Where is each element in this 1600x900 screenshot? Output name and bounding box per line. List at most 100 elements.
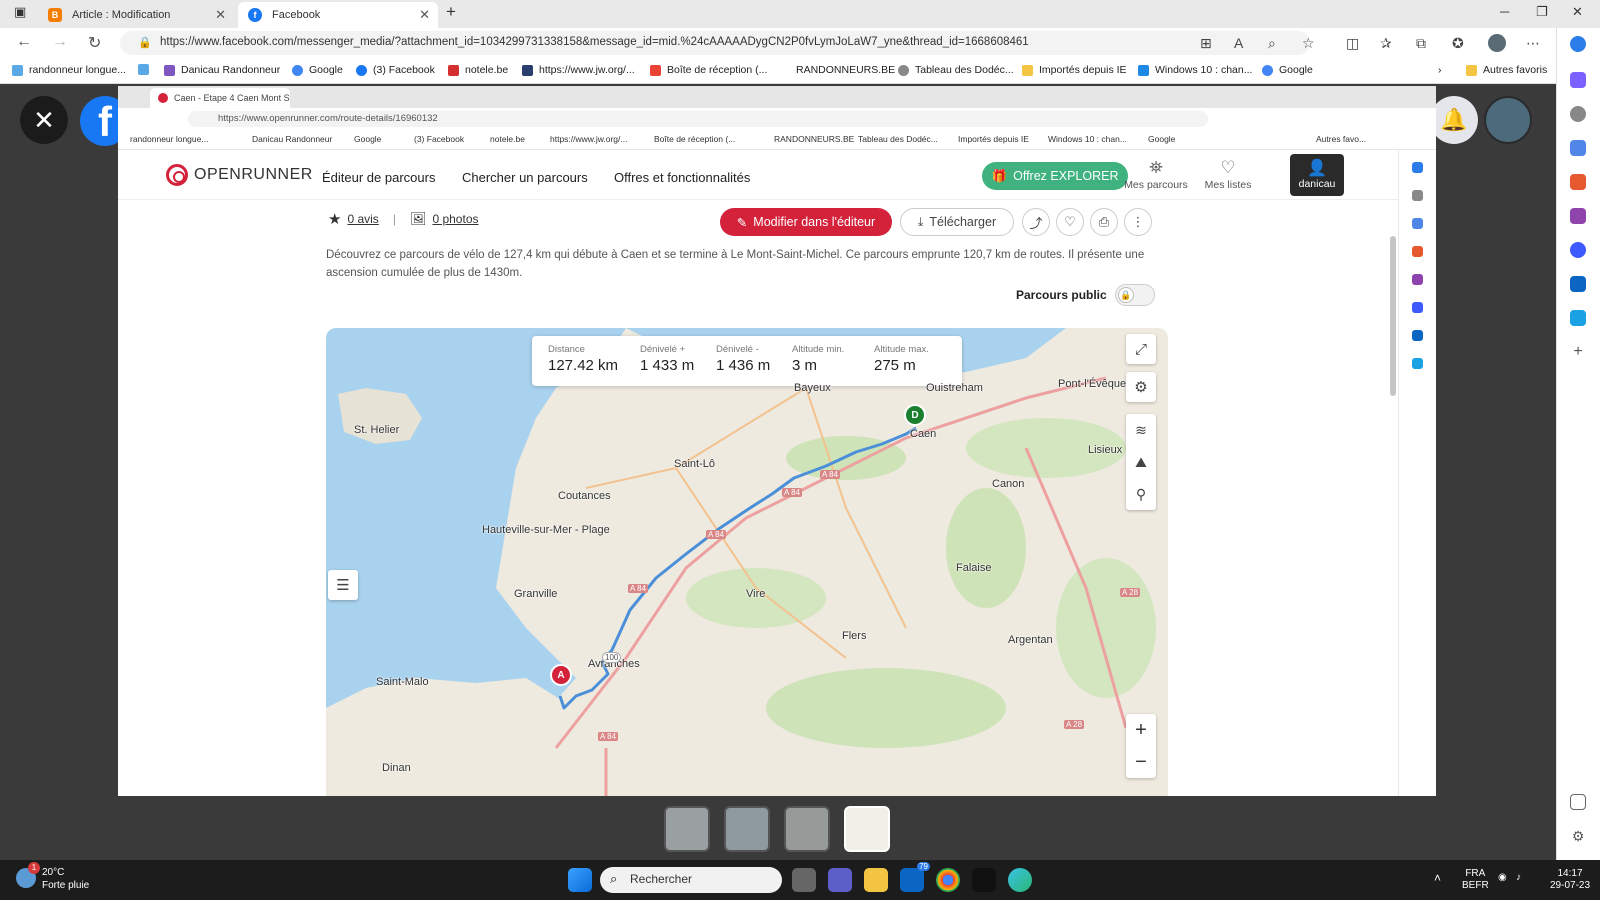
minimize-button[interactable]: ─ [1500,4,1509,19]
scrollbar[interactable] [1390,236,1396,396]
thumbnail[interactable] [724,806,770,852]
drop-icon[interactable] [1570,242,1586,258]
url-field[interactable]: 🔒 https://www.facebook.com/messenger_med… [120,31,1310,55]
split-screen-icon[interactable]: ◫ [1346,35,1359,52]
close-tab-icon[interactable]: ✕ [215,7,226,23]
bookmark-item[interactable]: Danicau Randonneur [164,64,280,76]
bookmark-item[interactable]: Windows 10 : chan... [1138,64,1252,76]
layers-icon[interactable]: ≋ [1126,414,1156,446]
add-icon[interactable]: + [1570,344,1586,360]
fullscreen-icon[interactable]: ⤢ [1126,334,1156,364]
search-icon[interactable] [1570,106,1586,122]
explorer-gift-button[interactable]: 🎁 Offrez EXPLORER [982,162,1128,190]
thumbnail[interactable] [784,806,830,852]
settings-gear-icon[interactable]: ⚙ [1126,372,1156,402]
tab-actions-icon[interactable]: ▣ [14,4,26,20]
bookmark-item[interactable]: notele.be [448,64,508,76]
bookmark-item[interactable]: Importés depuis IE [1022,64,1127,76]
microsoft365-icon[interactable] [1570,208,1586,224]
tab-article-modification[interactable]: B Article : Modification ✕ [38,2,234,28]
my-lists-button[interactable]: ♡ Mes listes [1196,158,1260,191]
profile-avatar[interactable] [1488,34,1506,52]
bookmark-item[interactable]: Google [292,64,343,76]
nav-route-editor[interactable]: Éditeur de parcours [322,170,435,185]
shopping-icon[interactable] [1570,72,1586,88]
read-aloud-icon[interactable]: A [1234,35,1243,51]
photos-link[interactable]: 0 photos [432,212,478,226]
user-account-button[interactable]: 👤 danicau [1290,154,1344,196]
apps-icon[interactable]: ⊞ [1200,35,1212,52]
bookmark-item[interactable]: Google [1262,64,1313,76]
teams-icon[interactable] [828,868,852,892]
chrome-icon[interactable] [936,868,960,892]
language-indicator[interactable]: FRA BEFR [1462,868,1489,892]
close-viewer-button[interactable]: ✕ [20,96,68,144]
my-routes-button[interactable]: ⛯ Mes parcours [1124,158,1188,191]
taskbar-search[interactable]: ⌕ Rechercher [600,867,782,893]
volume-icon[interactable]: ♪ [1516,872,1521,884]
new-tab-button[interactable]: + [446,2,456,22]
download-button[interactable]: ⤓ Télécharger [900,208,1014,236]
mail-icon[interactable]: 79 [900,862,930,892]
more-menu-icon[interactable]: ⋯ [1526,35,1540,52]
streetview-icon[interactable]: ⚲ [1126,478,1156,510]
other-favorites[interactable]: Autres favoris [1466,64,1547,76]
windows-start-icon[interactable] [568,868,592,892]
games-icon[interactable] [1570,174,1586,190]
clock[interactable]: 14:17 29-07-23 [1550,868,1590,892]
task-view-icon[interactable] [792,868,816,892]
nav-search-routes[interactable]: Chercher un parcours [462,170,588,185]
outlook-icon[interactable] [1570,276,1586,292]
route-map[interactable]: Distance 127.42 km Dénivelé + 1 433 m Dé… [326,328,1168,796]
chevron-right-icon[interactable]: › [1438,64,1442,76]
tab-facebook[interactable]: f Facebook ✕ [238,2,438,28]
notifications-bell-icon[interactable]: 🔔 [1430,96,1478,144]
bookmark-item[interactable]: (3) Facebook [356,64,435,76]
zoom-in-button[interactable]: + [1126,714,1156,746]
file-explorer-icon[interactable] [864,868,888,892]
bookmark-item[interactable]: Tableau des Dodéc... [898,64,1014,76]
forward-arrow-icon[interactable]: → [52,33,68,51]
end-marker[interactable]: A [550,664,572,686]
refresh-icon[interactable]: ↻ [88,33,101,53]
zoom-icon[interactable]: ⌕ [1268,35,1276,52]
sidebar-toggle-icon[interactable] [1570,794,1586,810]
print-button[interactable]: ⎙ [1090,208,1118,236]
edit-in-editor-button[interactable]: ✎ Modifier dans l'éditeur [720,208,892,236]
close-tab-icon[interactable]: ✕ [419,7,430,23]
nav-offers[interactable]: Offres et fonctionnalités [614,170,750,185]
wifi-icon[interactable]: ◉ [1498,872,1507,884]
terrain-icon[interactable]: ⛰ [1126,446,1156,478]
tiktok-icon[interactable] [972,868,996,892]
close-window-button[interactable]: ✕ [1572,4,1583,20]
reviews-link[interactable]: 0 avis [347,212,378,226]
collections-icon[interactable]: ⧉ [1416,35,1426,52]
bookmark-item[interactable]: Boîte de réception (... [650,64,767,76]
favorite-button[interactable]: ♡ [1056,208,1084,236]
avatar[interactable] [1484,96,1532,144]
zoom-out-button[interactable]: − [1126,746,1156,778]
more-options-button[interactable]: ⋮ [1124,208,1152,236]
tools-icon[interactable] [1570,140,1586,156]
bookmark-item[interactable]: https://www.jw.org/... [522,64,635,76]
restore-button[interactable]: ❐ [1536,4,1548,20]
bookmark-item[interactable] [138,64,155,75]
thumbnail-active[interactable] [844,806,890,852]
public-route-toggle[interactable]: 🔒 [1114,284,1155,306]
bookmark-item[interactable]: RANDONNEURS.BE [796,64,895,76]
favorite-star-icon[interactable]: ☆ [1302,35,1315,52]
bookmark-item[interactable]: randonneur longue... [12,64,126,76]
favorites-icon[interactable]: ✰ [1380,35,1392,52]
openrunner-logo[interactable]: OPENRUNNER [166,164,313,186]
share-button[interactable]: ⤴ [1022,208,1050,236]
bing-icon[interactable] [1570,36,1586,52]
thumbnail[interactable] [664,806,710,852]
start-marker[interactable]: D [904,404,926,426]
settings-gear-icon[interactable]: ⚙ [1570,828,1586,844]
weather-widget[interactable]: 1 20°C Forte pluie [16,862,89,892]
back-arrow-icon[interactable]: ← [16,33,32,51]
edge-icon[interactable] [1008,868,1032,892]
telegram-icon[interactable] [1570,310,1586,326]
extensions-icon[interactable]: ✪ [1452,35,1464,52]
menu-hamburger-icon[interactable]: ☰ [328,570,358,600]
